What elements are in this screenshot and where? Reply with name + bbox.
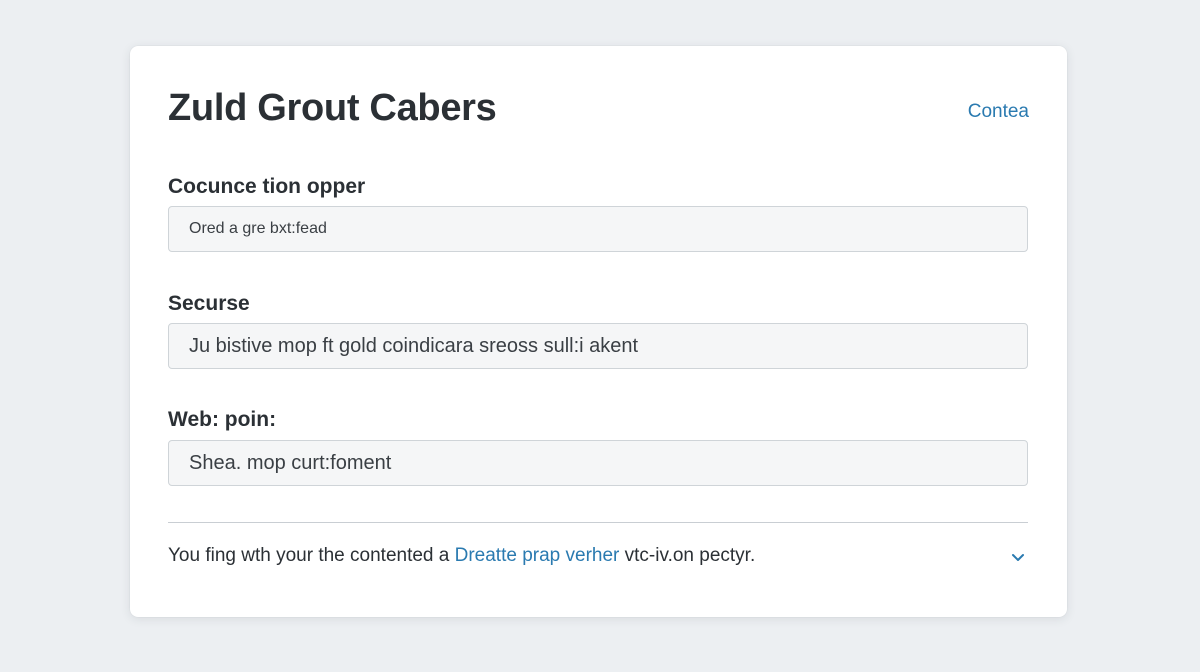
- footer-text: You fing wth your the contented a Dreatt…: [168, 545, 755, 567]
- securse-input[interactable]: [168, 323, 1028, 369]
- field-label-securse: Securse: [168, 292, 250, 315]
- footer-text-trailing: vtc-iv.on pectyr.: [619, 545, 756, 566]
- field-label-web-poin: Web: poin:: [168, 408, 277, 431]
- contea-link[interactable]: Contea: [968, 101, 1029, 123]
- field-label-cocunce: Cocunce tion opper: [168, 175, 366, 198]
- page-title: Zuld Grout Cabers: [168, 87, 497, 129]
- chevron-down-icon[interactable]: [1009, 548, 1027, 566]
- divider: [168, 522, 1028, 523]
- web-poin-input[interactable]: [168, 440, 1028, 486]
- cocunce-input[interactable]: [168, 206, 1028, 252]
- form-card: Zuld Grout Cabers Contea Cocunce tion op…: [130, 46, 1067, 617]
- footer-link[interactable]: Dreatte prap verher: [455, 545, 620, 566]
- footer-text-lead: You fing wth your the contented a: [168, 545, 455, 566]
